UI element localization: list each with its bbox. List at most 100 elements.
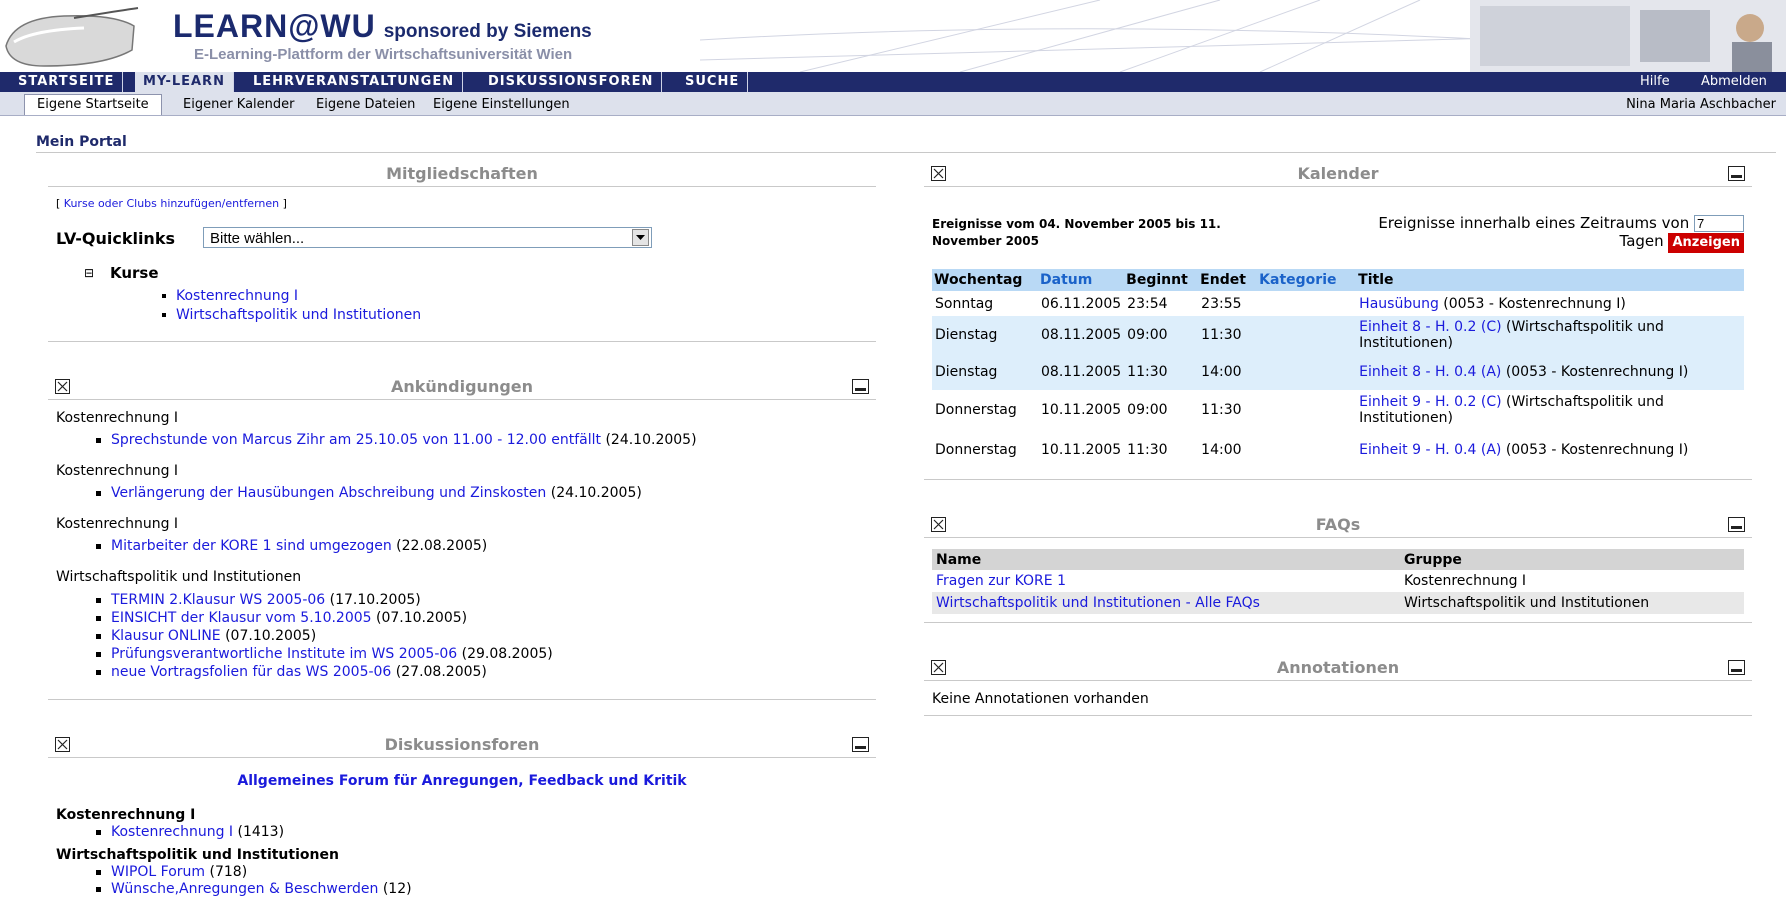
table-row: Donnerstag 10.11.2005 09:00 11:30 Einhei… [932,390,1744,430]
cell-end: 11:30 [1201,402,1242,418]
tree-collapse-icon[interactable]: ⊟ [84,266,94,280]
minimize-icon[interactable] [852,737,869,752]
forum-count: (1413) [237,824,285,840]
nav-tab-suche[interactable]: SUCHE [677,72,749,92]
event-link[interactable]: Einheit 9 - H. 0.2 (C) [1359,394,1501,410]
faq-link[interactable]: Fragen zur KORE 1 [936,573,1066,589]
quicklinks-select[interactable]: Bitte wählen... [203,227,652,248]
nav-tab-startseite[interactable]: STARTSEITE [10,72,124,92]
announcement-date: (24.10.2005) [605,432,697,448]
sponsor-text: sponsored by Siemens [383,21,592,42]
sub-navigation: Eigene Startseite Eigener Kalender Eigen… [0,92,1786,116]
annotations-title: Annotationen [1276,658,1400,677]
header-banner: LEARN@WU sponsored by Siemens E-Learning-… [0,0,1786,72]
announcement-link[interactable]: Prüfungsverantwortliche Institute im WS … [111,646,457,662]
range-label: Ereignisse innerhalb eines Zeitraums von [1378,214,1690,232]
user-name: Nina Maria Aschbacher [1626,97,1776,112]
help-link[interactable]: Hilfe [1640,72,1670,92]
event-link[interactable]: Einheit 8 - H. 0.2 (C) [1359,319,1501,335]
divider [924,715,1752,716]
logout-link[interactable]: Abmelden [1701,72,1767,92]
column-header-gruppe: Gruppe [1400,549,1744,570]
forums-portlet-header: Diskussionsforen [48,731,876,758]
announcement-date: (07.10.2005) [225,628,317,644]
announcement-link[interactable]: EINSICHT der Klausur vom 5.10.2005 [111,610,372,626]
divider [36,152,1776,153]
divider [48,341,876,342]
announcement-link[interactable]: Mitarbeiter der KORE 1 sind umgezogen [111,538,392,554]
calendar-portlet-header: Kalender [924,160,1752,187]
cell-day: Dienstag [932,353,1038,390]
column-header-kategorie[interactable]: Kategorie [1257,269,1357,291]
event-link[interactable]: Hausübung [1359,296,1439,312]
announcement-link[interactable]: Verlängerung der Hausübungen Abschreibun… [111,485,546,501]
list-item: neue Vortragsfolien für das WS 2005-06 (… [96,663,876,681]
list-item: Wirtschaftspolitik und Institutionen [162,306,421,325]
cell-end: 14:00 [1198,353,1258,390]
main-navigation: STARTSEITE MY-LEARN LEHRVERANSTALTUNGEN … [0,72,1786,92]
cell-day: Sonntag [935,295,994,312]
announcement-link[interactable]: Sprechstunde von Marcus Zihr am 25.10.05… [111,432,601,448]
announcement-link[interactable]: neue Vortragsfolien für das WS 2005-06 [111,664,391,680]
column-header-title: Title [1356,269,1744,291]
forums-title: Diskussionsforen [384,735,540,754]
announcement-course: Kostenrechnung I [56,410,179,426]
tree-label-kurse: Kurse [110,264,159,282]
annotations-empty: Keine Annotationen vorhanden [932,691,1149,707]
subnav-tab-eigene-einstellungen[interactable]: Eigene Einstellungen [433,97,570,112]
announcement-link[interactable]: Klausur ONLINE [111,628,221,644]
cell-date: 10.11.2005 [1041,442,1122,458]
course-link[interactable]: Wirtschaftspolitik und Institutionen [176,307,421,323]
list-item: Mitarbeiter der KORE 1 sind umgezogen (2… [96,538,876,569]
event-link[interactable]: Einheit 9 - H. 0.4 (A) [1359,442,1501,458]
mouse-logo-icon [5,7,139,67]
table-row: Sonntag 06.11.2005 23:54 23:55 Hausübung… [932,291,1744,316]
course-link[interactable]: Kostenrechnung I [176,288,298,304]
cell-end: 11:30 [1198,316,1258,353]
minimize-icon[interactable] [1728,660,1745,675]
cell-date: 08.11.2005 [1038,353,1125,390]
event-link[interactable]: Einheit 8 - H. 0.4 (A) [1359,364,1501,380]
nav-tab-lehrveranstaltungen[interactable]: LEHRVERANSTALTUNGEN [245,72,464,92]
cell-day: Donnerstag [935,442,1017,458]
minimize-icon[interactable] [1728,166,1745,181]
table-row: Wirtschaftspolitik und Institutionen - A… [932,592,1744,614]
forum-course: Wirtschaftspolitik und Institutionen [56,847,339,863]
list-item: Sprechstunde von Marcus Zihr am 25.10.05… [96,432,876,463]
cell-category [1257,291,1356,316]
subnav-tab-eigene-dateien[interactable]: Eigene Dateien [316,97,415,112]
cell-date: 06.11.2005 [1041,295,1122,312]
forum-link[interactable]: WIPOL Forum [111,864,205,880]
calendar-title: Kalender [1297,164,1379,183]
subnav-tab-eigene-startseite[interactable]: Eigene Startseite [24,94,162,115]
nav-tab-diskussionsforen[interactable]: DISKUSSIONSFOREN [480,72,663,92]
show-button[interactable]: Anzeigen [1668,233,1744,253]
cell-category [1257,353,1357,390]
list-item: Kostenrechnung I (1413) [96,824,412,841]
nav-tab-my-learn[interactable]: MY-LEARN [135,72,234,92]
dropdown-arrow-icon[interactable] [632,229,649,246]
announcement-date: (07.10.2005) [376,610,468,626]
memberships-portlet-header: Mitgliedschaften [48,160,876,187]
cell-title: Einheit 8 - H. 0.2 (C) (Wirtschaftspolit… [1356,316,1744,353]
subnav-tab-eigener-kalender[interactable]: Eigener Kalender [183,97,295,112]
minimize-icon[interactable] [1728,517,1745,532]
announcement-date: (27.08.2005) [395,664,487,680]
forum-link[interactable]: Wünsche,Anregungen & Beschwerden [111,881,378,897]
announcement-link[interactable]: TERMIN 2.Klausur WS 2005-06 [111,592,325,608]
cell-start: 11:30 [1127,442,1168,458]
forum-link[interactable]: Kostenrechnung I [111,824,233,840]
quicklinks-selected: Bitte wählen... [210,230,305,247]
cell-category [1257,316,1357,353]
column-header-name: Name [932,549,1400,570]
manage-courses-link[interactable]: Kurse oder Clubs hinzufügen/entfernen [64,197,279,210]
column-header-datum[interactable]: Datum [1038,269,1125,291]
forum-count: (12) [382,881,412,897]
divider [924,622,1752,623]
faq-link[interactable]: Wirtschaftspolitik und Institutionen - A… [936,595,1260,611]
cell-title: Einheit 9 - H. 0.4 (A) (0053 - Kostenrec… [1356,430,1744,470]
range-days-input[interactable] [1694,215,1744,232]
general-forum-link[interactable]: Allgemeines Forum für Anregungen, Feedba… [237,773,686,789]
minimize-icon[interactable] [852,379,869,394]
cell-start: 23:54 [1127,295,1168,312]
